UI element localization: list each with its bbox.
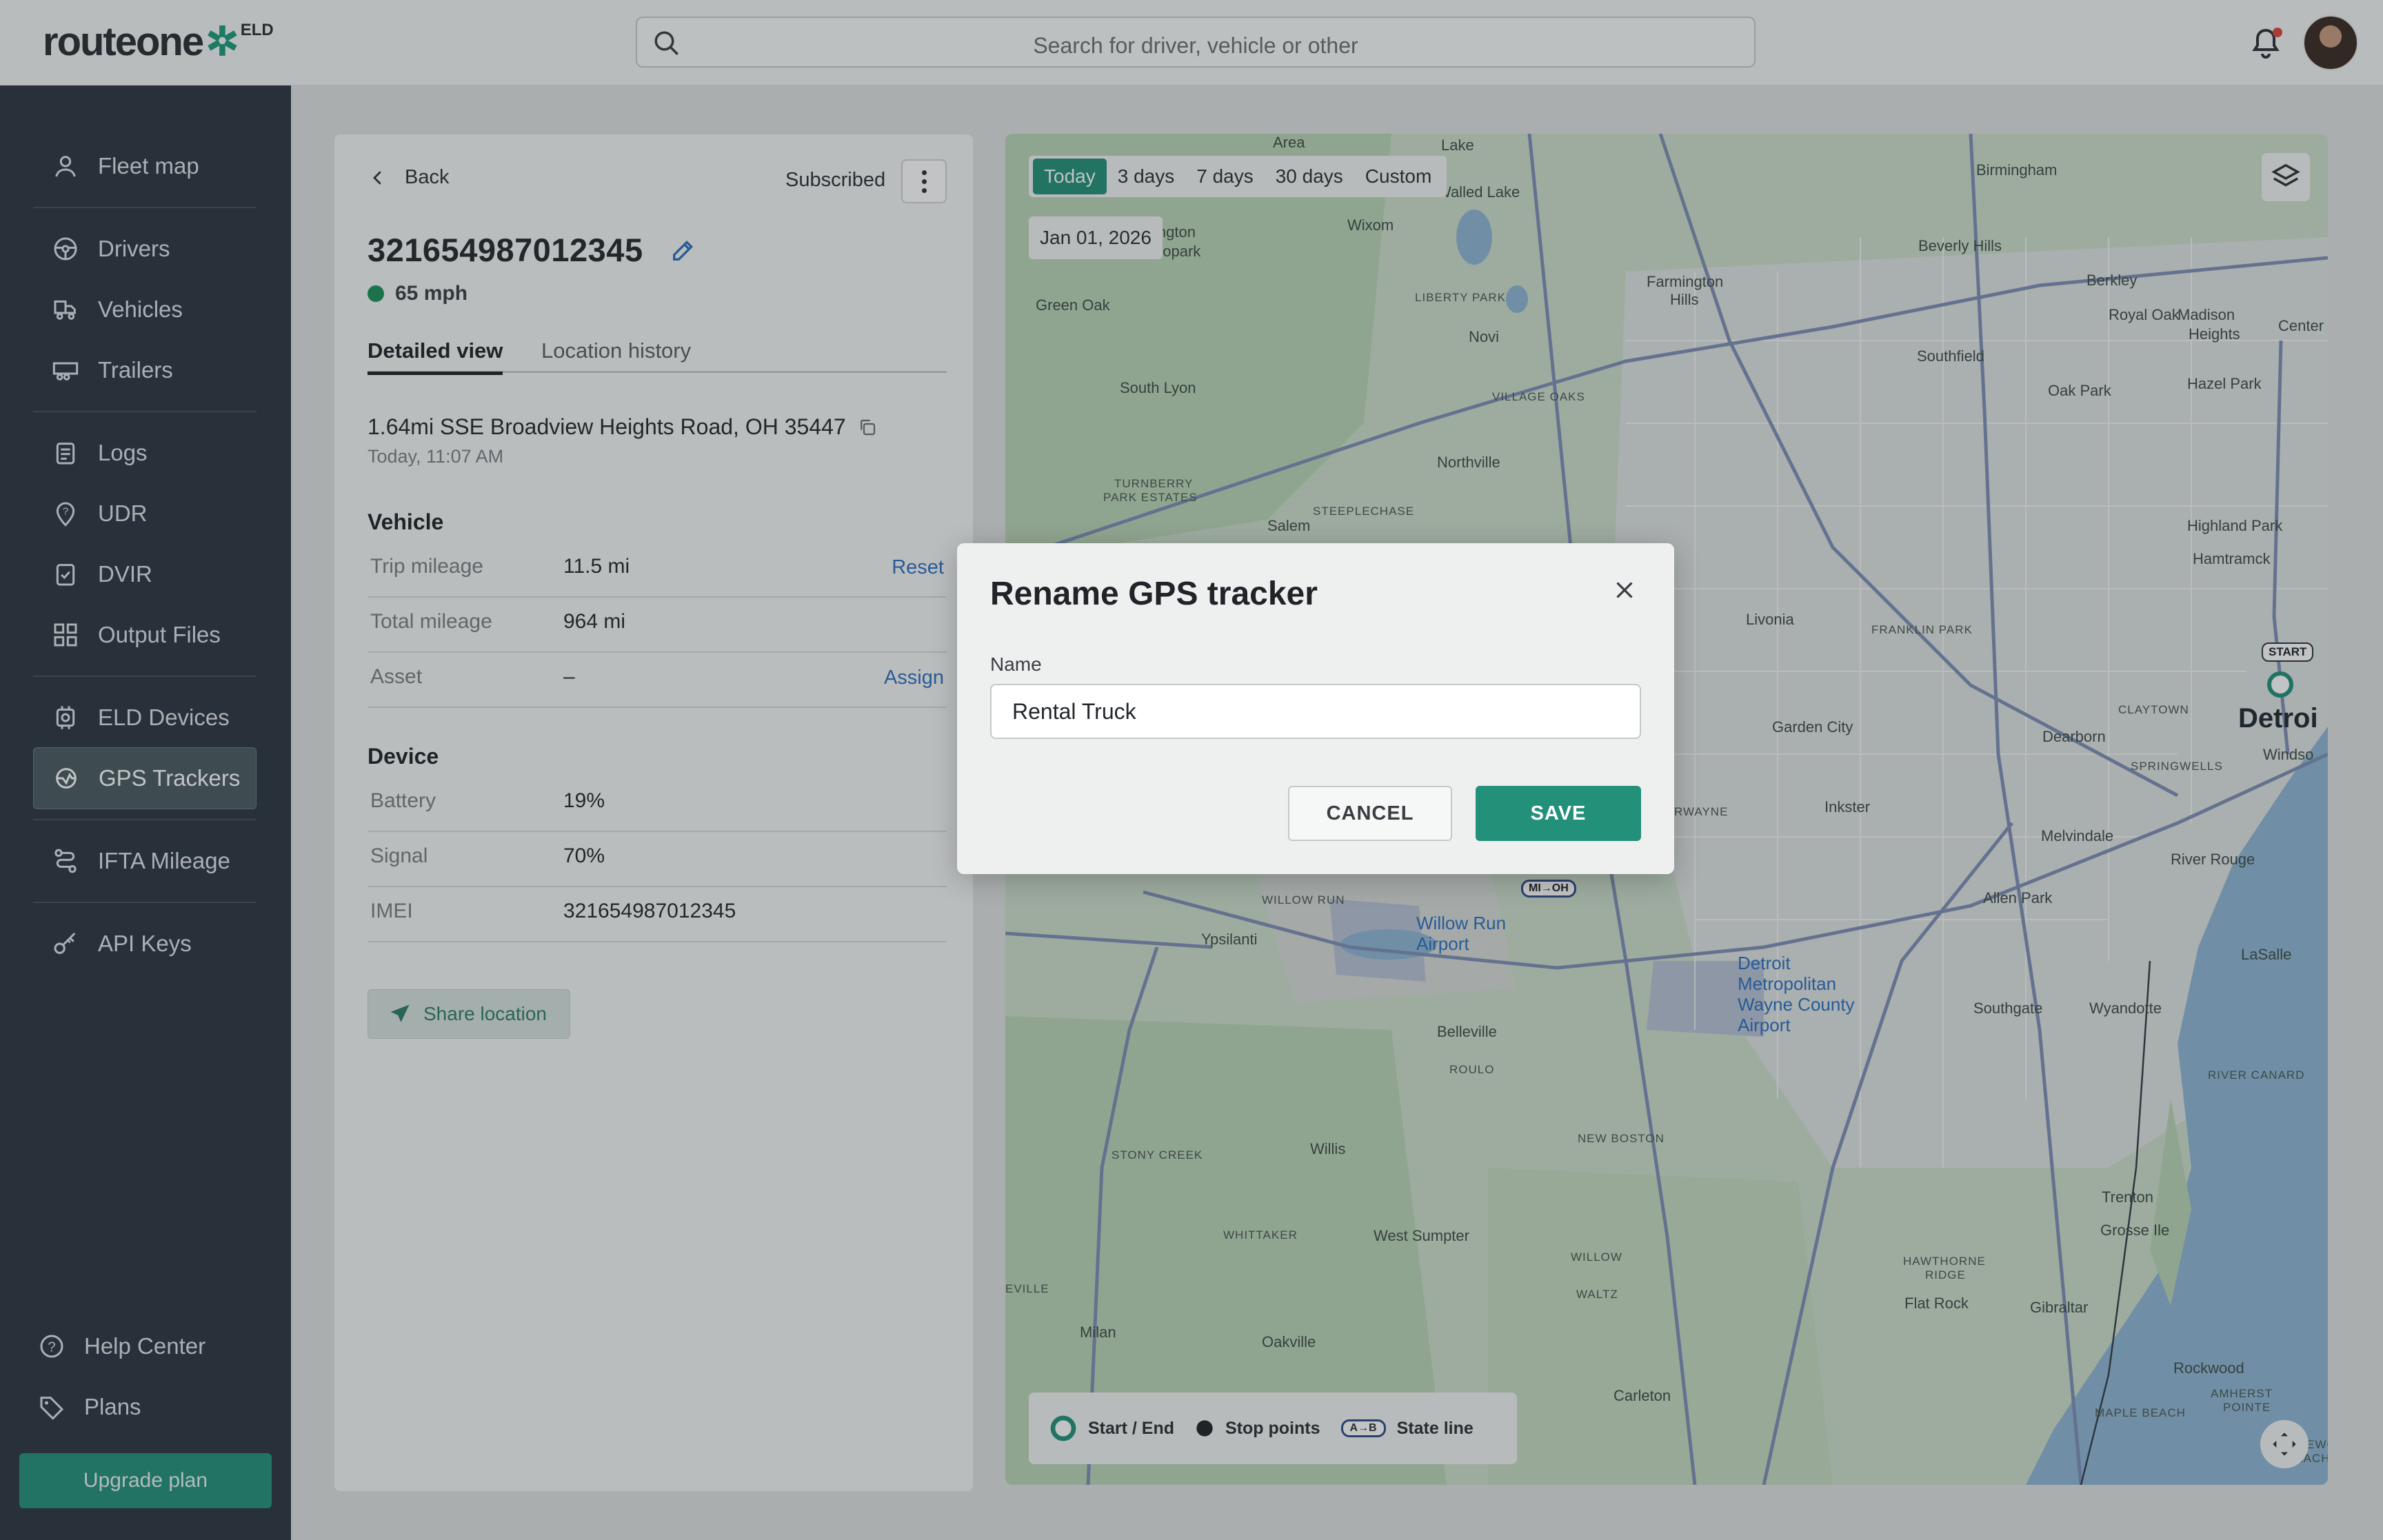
name-field-label: Name [990,654,1042,675]
rename-gps-tracker-dialog: Rename GPS tracker Name CANCEL SAVE [957,543,1674,874]
save-button[interactable]: SAVE [1476,786,1641,841]
cancel-button[interactable]: CANCEL [1288,786,1452,841]
close-button[interactable] [1605,571,1644,609]
close-icon [1616,582,1633,598]
dialog-title: Rename GPS tracker [990,576,1318,612]
name-field[interactable] [990,684,1641,739]
